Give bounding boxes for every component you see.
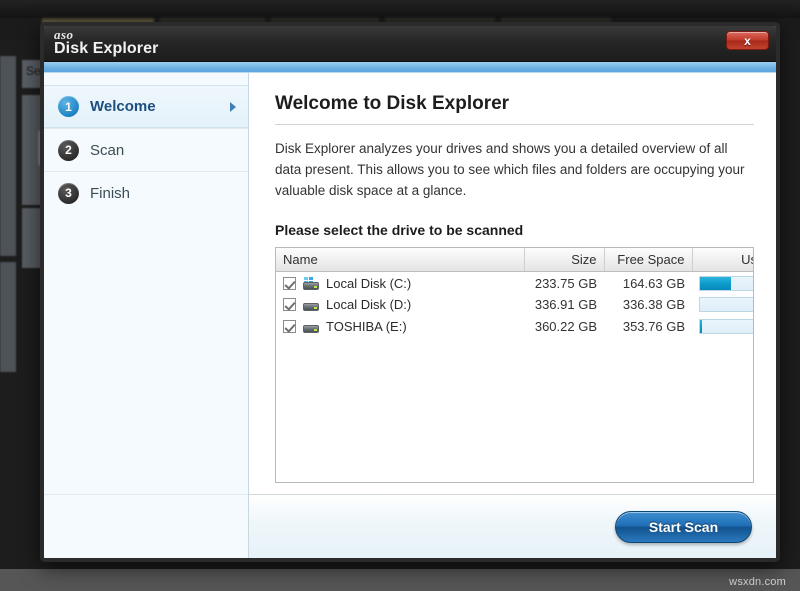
title-divider: [275, 124, 754, 125]
table-row[interactable]: Local Disk (C:) 233.75 GB 164.63 GB 30%: [276, 272, 753, 294]
dialog-titlebar[interactable]: aso Disk Explorer x: [44, 26, 776, 62]
drive-name-cell: Local Disk (D:): [276, 294, 524, 316]
start-scan-button[interactable]: Start Scan: [615, 510, 752, 543]
drive-checkbox[interactable]: [283, 298, 296, 312]
dialog-footer: Start Scan: [249, 494, 776, 558]
table-row[interactable]: TOSHIBA (E:) 360.22 GB 353.76 GB 2%: [276, 316, 753, 338]
dialog-title: Disk Explorer: [54, 40, 159, 57]
drive-select-label: Please select the drive to be scanned: [275, 221, 524, 238]
column-header-free-space[interactable]: Free Space: [604, 247, 693, 273]
drive-checkbox[interactable]: [283, 320, 296, 334]
sidebar-step-scan[interactable]: 2 Scan: [44, 128, 248, 171]
accent-strip: [44, 62, 776, 73]
drive-size-cell: 360.22 GB: [534, 319, 597, 335]
dialog-body: 1 Welcome 2 Scan 3 Finish Welcome to Dis…: [44, 73, 776, 558]
drive-table-header: Name Size Free Space Used/Total: [276, 247, 753, 273]
sidebar-step-welcome[interactable]: 1 Welcome: [44, 85, 248, 128]
close-button[interactable]: x: [726, 31, 769, 50]
wizard-content: Welcome to Disk Explorer Disk Explorer a…: [249, 73, 776, 558]
background-side-button-label: Se: [26, 64, 41, 78]
sidebar-footer: [44, 494, 248, 558]
drive-free-space-cell: 336.38 GB: [622, 297, 685, 313]
drive-free-space-cell: 164.63 GB: [622, 275, 685, 291]
drive-size-cell: 336.91 GB: [534, 297, 597, 313]
usage-progress-fill: [700, 276, 731, 290]
usage-progress-bar: 30%: [699, 275, 753, 291]
wizard-sidebar: 1 Welcome 2 Scan 3 Finish: [44, 73, 249, 558]
chevron-right-icon: [230, 101, 236, 112]
step-number-badge: 1: [58, 96, 79, 117]
sidebar-step-label: Finish: [90, 184, 131, 202]
background-titlebar: [0, 0, 800, 18]
step-number-badge: 3: [58, 182, 79, 204]
drive-name-cell: TOSHIBA (E:): [276, 316, 524, 338]
drive-table: Name Size Free Space Used/Total: [276, 247, 753, 338]
drive-name-label: Local Disk (D:): [326, 297, 412, 313]
drive-used-total-cell: 30%: [692, 272, 753, 294]
hard-drive-icon: [302, 298, 320, 312]
watermark: wsxdn.com: [729, 576, 786, 588]
step-number-badge: 2: [58, 139, 79, 161]
drive-used-total-cell: 0%: [692, 294, 753, 316]
drive-name-label: Local Disk (C:): [326, 275, 412, 291]
background-panel: [0, 56, 16, 256]
hard-drive-icon: [302, 320, 320, 334]
background-panel: [0, 262, 16, 372]
drive-free-space-cell: 353.76 GB: [622, 319, 685, 335]
sidebar-step-finish[interactable]: 3 Finish: [44, 171, 248, 214]
background-statusbar: [0, 569, 800, 591]
drive-name-label: TOSHIBA (E:): [326, 319, 407, 335]
content-main: Welcome to Disk Explorer Disk Explorer a…: [249, 73, 776, 494]
sidebar-step-label: Welcome: [90, 98, 156, 115]
hard-drive-windows-icon: [302, 276, 320, 290]
column-header-used-total[interactable]: Used/Total: [692, 247, 753, 273]
table-row[interactable]: Local Disk (D:) 336.91 GB 336.38 GB 0%: [276, 294, 753, 316]
usage-progress-bar: 0%: [699, 297, 753, 313]
column-header-name[interactable]: Name: [276, 247, 525, 273]
sidebar-step-label: Scan: [90, 141, 125, 159]
drive-used-total-cell: 2%: [692, 316, 753, 338]
page-title: Welcome to Disk Explorer: [275, 93, 510, 114]
column-header-size[interactable]: Size: [524, 247, 605, 273]
disk-explorer-dialog: aso Disk Explorer x 1 Welcome 2 Scan 3 F…: [40, 22, 780, 562]
drive-table-frame[interactable]: Name Size Free Space Used/Total: [275, 246, 754, 483]
drive-checkbox[interactable]: [283, 276, 296, 290]
intro-paragraph: Disk Explorer analyzes your drives and s…: [275, 141, 745, 198]
drive-table-body: Local Disk (C:) 233.75 GB 164.63 GB 30%: [276, 272, 753, 338]
drive-size-cell: 233.75 GB: [534, 275, 597, 291]
table-header-row: Name Size Free Space Used/Total: [276, 247, 753, 273]
usage-progress-fill: [700, 320, 703, 334]
drive-name-cell: Local Disk (C:): [276, 272, 524, 294]
usage-progress-bar: 2%: [699, 319, 753, 335]
